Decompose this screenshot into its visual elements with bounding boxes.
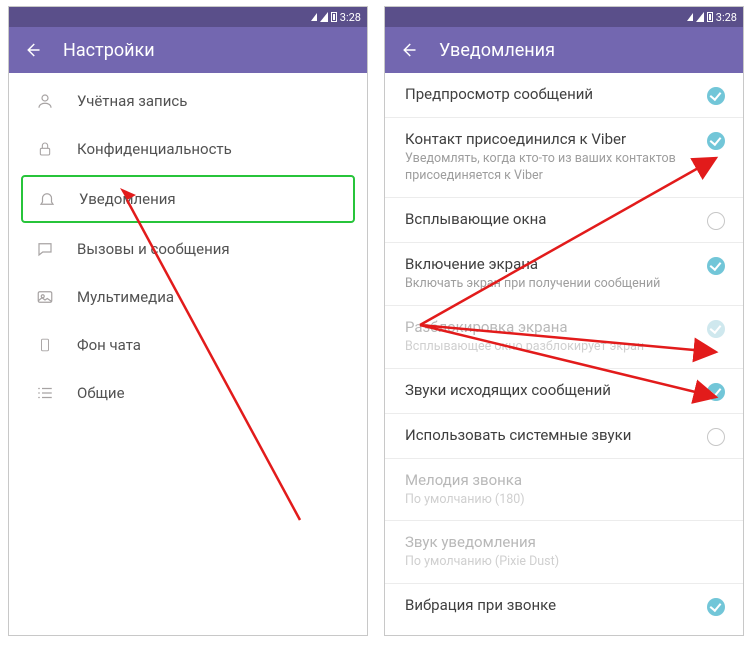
- back-icon[interactable]: [23, 41, 41, 59]
- setting-preview[interactable]: Предпросмотр сообщений: [385, 73, 743, 118]
- settings-list: Учётная запись Конфиденциальность Уведом…: [9, 73, 367, 421]
- clock: 3:28: [340, 11, 361, 24]
- app-bar: Настройки: [9, 27, 367, 73]
- list-icon: [35, 383, 55, 403]
- setting-title: Звук уведомления: [405, 533, 717, 551]
- row-notifications[interactable]: Уведомления: [21, 175, 355, 223]
- checkbox-icon[interactable]: [707, 257, 725, 275]
- setting-outgoing-sounds[interactable]: Звуки исходящих сообщений: [385, 369, 743, 414]
- row-label: Уведомления: [79, 190, 176, 208]
- battery-icon: [331, 12, 337, 22]
- media-icon: [35, 287, 55, 307]
- back-icon[interactable]: [399, 41, 417, 59]
- setting-title: Использовать системные звуки: [405, 426, 699, 444]
- chat-icon: [35, 239, 55, 259]
- clock: 3:28: [716, 11, 737, 24]
- checkbox-icon[interactable]: [707, 428, 725, 446]
- page-title: Настройки: [63, 40, 155, 61]
- wifi-icon: [696, 12, 704, 22]
- setting-ringtone: Мелодия звонка По умолчанию (180): [385, 459, 743, 522]
- checkbox-icon[interactable]: [707, 598, 725, 616]
- checkbox-icon: [707, 320, 725, 338]
- row-account[interactable]: Учётная запись: [9, 77, 367, 125]
- setting-subtitle: По умолчанию (180): [405, 492, 717, 509]
- wifi-icon: [320, 12, 328, 22]
- row-wallpaper[interactable]: Фон чата: [9, 321, 367, 369]
- setting-notif-sound: Звук уведомления По умолчанию (Pixie Dus…: [385, 521, 743, 584]
- row-general[interactable]: Общие: [9, 369, 367, 417]
- setting-title: Всплывающие окна: [405, 210, 699, 228]
- setting-subtitle: Включать экран при получении сообщений: [405, 276, 699, 293]
- setting-screen-on[interactable]: Включение экрана Включать экран при полу…: [385, 243, 743, 306]
- setting-popups[interactable]: Всплывающие окна: [385, 198, 743, 243]
- bell-icon: [37, 189, 57, 209]
- signal-icon: [687, 13, 693, 21]
- setting-contact-joined[interactable]: Контакт присоединился к Viber Уведомлять…: [385, 118, 743, 198]
- signal-icon: [311, 13, 317, 21]
- setting-subtitle: По умолчанию (Pixie Dust): [405, 554, 717, 571]
- row-label: Фон чата: [77, 336, 141, 354]
- checkbox-icon[interactable]: [707, 132, 725, 150]
- user-icon: [35, 91, 55, 111]
- row-label: Вызовы и сообщения: [77, 240, 230, 258]
- setting-subtitle: Всплывающее окно разблокирует экран: [405, 339, 699, 356]
- setting-title: Включение экрана: [405, 255, 699, 273]
- setting-title: Разблокировка экрана: [405, 318, 699, 336]
- row-media[interactable]: Мультимедиа: [9, 273, 367, 321]
- settings-list: Предпросмотр сообщений Контакт присоедин…: [385, 73, 743, 628]
- setting-vibrate[interactable]: Вибрация при звонке: [385, 584, 743, 628]
- status-bar: 3:28: [385, 7, 743, 27]
- setting-title: Контакт присоединился к Viber: [405, 130, 699, 148]
- lock-icon: [35, 139, 55, 159]
- row-privacy[interactable]: Конфиденциальность: [9, 125, 367, 173]
- row-label: Учётная запись: [77, 92, 187, 110]
- setting-subtitle: Уведомлять, когда кто-то из ваших контак…: [405, 151, 699, 185]
- setting-title: Мелодия звонка: [405, 471, 717, 489]
- row-calls[interactable]: Вызовы и сообщения: [9, 225, 367, 273]
- battery-icon: [707, 12, 713, 22]
- checkbox-icon[interactable]: [707, 87, 725, 105]
- setting-unlock: Разблокировка экрана Всплывающее окно ра…: [385, 306, 743, 369]
- phone-notifications: 3:28 Уведомления Предпросмотр сообщений …: [384, 6, 744, 636]
- setting-title: Вибрация при звонке: [405, 596, 699, 614]
- setting-system-sounds[interactable]: Использовать системные звуки: [385, 414, 743, 459]
- row-label: Конфиденциальность: [77, 140, 232, 158]
- setting-title: Предпросмотр сообщений: [405, 85, 699, 103]
- status-bar: 3:28: [9, 7, 367, 27]
- setting-title: Звуки исходящих сообщений: [405, 381, 699, 399]
- checkbox-icon[interactable]: [707, 212, 725, 230]
- row-label: Общие: [77, 384, 125, 402]
- phone-settings: 3:28 Настройки Учётная запись Конфиденци…: [8, 6, 368, 636]
- app-bar: Уведомления: [385, 27, 743, 73]
- page-title: Уведомления: [439, 40, 555, 61]
- checkbox-icon[interactable]: [707, 383, 725, 401]
- row-label: Мультимедиа: [77, 288, 174, 306]
- wallpaper-icon: [35, 335, 55, 355]
